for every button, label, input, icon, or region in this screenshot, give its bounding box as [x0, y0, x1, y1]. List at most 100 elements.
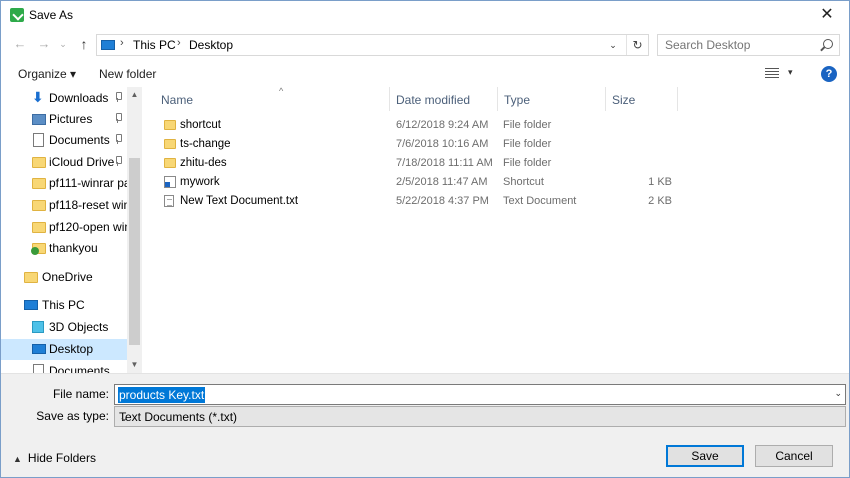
- back-arrow-icon[interactable]: ←: [11, 35, 29, 53]
- scroll-up-icon[interactable]: ▲: [127, 87, 142, 103]
- scrollbar-thumb[interactable]: [129, 158, 140, 345]
- navigation-bar: ← → ⌄ ↑ › This PC › Desktop ⌄ ↻: [1, 30, 849, 60]
- column-header-label: Size: [612, 93, 636, 107]
- recent-locations-icon[interactable]: ⌄: [57, 35, 69, 53]
- tree-item-label: 3D Objects: [49, 320, 109, 334]
- file-row[interactable]: zhitu-des 7/18/2018 11:11 AM File folder: [160, 154, 680, 173]
- file-row[interactable]: ts-change 7/6/2018 10:16 AM File folder: [160, 135, 680, 154]
- hide-folders-label: Hide Folders: [27, 451, 96, 465]
- tree-item-downloads[interactable]: ⬇ Downloads: [1, 88, 127, 109]
- tree-item-pf111[interactable]: pf111-winrar pas: [1, 173, 137, 194]
- tree-item-pictures[interactable]: Pictures: [1, 109, 127, 130]
- tree-item-documents[interactable]: Documents: [1, 130, 127, 151]
- search-box[interactable]: [657, 34, 840, 56]
- tree-item-label: Documents: [49, 133, 110, 147]
- cancel-button[interactable]: Cancel: [755, 445, 833, 467]
- tree-item-label: Documents: [49, 364, 110, 373]
- folder-icon: [164, 120, 176, 130]
- app-icon: [10, 8, 24, 22]
- tree-item-documents-pc[interactable]: Documents: [1, 361, 127, 373]
- window-title: Save As: [29, 8, 74, 22]
- help-icon[interactable]: ?: [821, 66, 837, 82]
- chevron-down-icon[interactable]: ⌄: [604, 35, 622, 55]
- chevron-down-icon[interactable]: ⌄: [119, 410, 840, 424]
- column-header-label: Type: [504, 93, 531, 107]
- new-folder-button[interactable]: New folder: [99, 67, 156, 81]
- tree-item-3d-objects[interactable]: 3D Objects: [1, 317, 127, 338]
- file-date: 5/22/2018 4:37 PM: [396, 195, 489, 207]
- breadcrumb-desktop[interactable]: Desktop: [189, 38, 233, 52]
- breadcrumb-this-pc[interactable]: This PC: [133, 38, 176, 52]
- file-size: 1 KB: [648, 176, 672, 188]
- file-type: Text Document: [503, 195, 577, 207]
- tree-item-label: OneDrive: [42, 270, 93, 284]
- tree-item-label: pf118-reset winr: [49, 198, 135, 212]
- file-type: Shortcut: [503, 176, 544, 188]
- file-date: 7/18/2018 11:11 AM: [396, 157, 493, 169]
- savetype-select[interactable]: Text Documents (*.txt) ⌄: [114, 406, 846, 427]
- tree-item-pf118[interactable]: pf118-reset winr: [1, 195, 134, 216]
- text-file-icon: [164, 195, 174, 207]
- column-header-size[interactable]: Size: [606, 87, 678, 111]
- tree-item-onedrive[interactable]: OneDrive: [1, 267, 127, 288]
- file-date: 2/5/2018 11:47 AM: [396, 176, 488, 188]
- folder-icon: [164, 158, 176, 168]
- save-as-dialog: Save As ✕ ← → ⌄ ↑ › This PC › Desktop ⌄ …: [0, 0, 850, 478]
- tree-item-thankyou[interactable]: thankyou: [1, 238, 127, 259]
- scroll-down-icon[interactable]: ▼: [127, 357, 142, 373]
- address-bar[interactable]: › This PC › Desktop ⌄ ↻: [96, 34, 649, 56]
- forward-arrow-icon[interactable]: →: [35, 35, 53, 53]
- column-header-name[interactable]: Name ^: [155, 86, 390, 111]
- column-header-type[interactable]: Type: [498, 87, 606, 111]
- close-button[interactable]: ✕: [805, 1, 849, 30]
- tree-item-icloud-drive[interactable]: iCloud Drive: [1, 152, 127, 173]
- sync-folder-icon: [31, 243, 46, 255]
- search-icon[interactable]: [823, 39, 833, 49]
- navigation-scrollbar[interactable]: ▲ ▼: [127, 87, 142, 373]
- column-header-label: Date modified: [396, 93, 471, 107]
- file-name: shortcut: [180, 119, 221, 131]
- hide-folders-button[interactable]: ▲ Hide Folders: [13, 451, 96, 465]
- pictures-icon: [32, 114, 46, 125]
- file-row[interactable]: New Text Document.txt 5/22/2018 4:37 PM …: [160, 192, 680, 211]
- tree-item-this-pc[interactable]: This PC: [1, 295, 127, 316]
- file-row[interactable]: mywork 2/5/2018 11:47 AM Shortcut 1 KB: [160, 173, 680, 192]
- title-bar: Save As ✕: [1, 1, 849, 30]
- save-form: File name: products Key.txt ⌄ Save as ty…: [1, 373, 849, 477]
- file-name: mywork: [180, 176, 220, 188]
- tree-item-pf120[interactable]: pf120-open winr: [1, 217, 135, 238]
- folder-icon: [32, 178, 46, 189]
- breadcrumb-separator[interactable]: ›: [120, 37, 124, 49]
- shortcut-icon: [164, 176, 176, 188]
- filename-field[interactable]: products Key.txt ⌄: [114, 384, 846, 405]
- pin-icon: [114, 156, 122, 166]
- chevron-up-icon: ▲: [13, 454, 22, 464]
- computer-icon: [101, 40, 115, 50]
- refresh-icon[interactable]: ↻: [626, 35, 648, 55]
- tree-item-label: pf120-open winr: [49, 220, 136, 234]
- tree-item-label: This PC: [42, 298, 85, 312]
- file-row[interactable]: shortcut 6/12/2018 9:24 AM File folder: [160, 116, 680, 135]
- organize-button[interactable]: Organize ▾: [18, 67, 76, 81]
- tree-item-label: pf111-winrar pas: [49, 176, 137, 190]
- column-header-label: Name: [161, 93, 194, 107]
- view-options-icon[interactable]: [765, 68, 779, 79]
- chevron-down-icon[interactable]: ▾: [788, 67, 793, 78]
- desktop-icon: [32, 344, 46, 354]
- tree-item-label: iCloud Drive: [49, 155, 115, 169]
- documents-icon: [33, 364, 44, 373]
- download-icon: ⬇: [32, 89, 44, 105]
- file-name: zhitu-des: [180, 157, 227, 169]
- folder-icon: [32, 222, 46, 233]
- search-input[interactable]: [658, 35, 818, 55]
- up-arrow-icon[interactable]: ↑: [75, 35, 93, 53]
- tree-item-desktop[interactable]: Desktop: [1, 339, 127, 360]
- column-header-date[interactable]: Date modified: [390, 87, 498, 111]
- breadcrumb-separator[interactable]: ›: [177, 37, 181, 49]
- file-size: 2 KB: [648, 195, 672, 207]
- chevron-down-icon[interactable]: ⌄: [834, 388, 842, 399]
- sort-ascending-icon: ^: [279, 86, 284, 96]
- file-type: File folder: [503, 119, 552, 131]
- save-button[interactable]: Save: [666, 445, 744, 467]
- filename-input[interactable]: products Key.txt: [118, 387, 206, 403]
